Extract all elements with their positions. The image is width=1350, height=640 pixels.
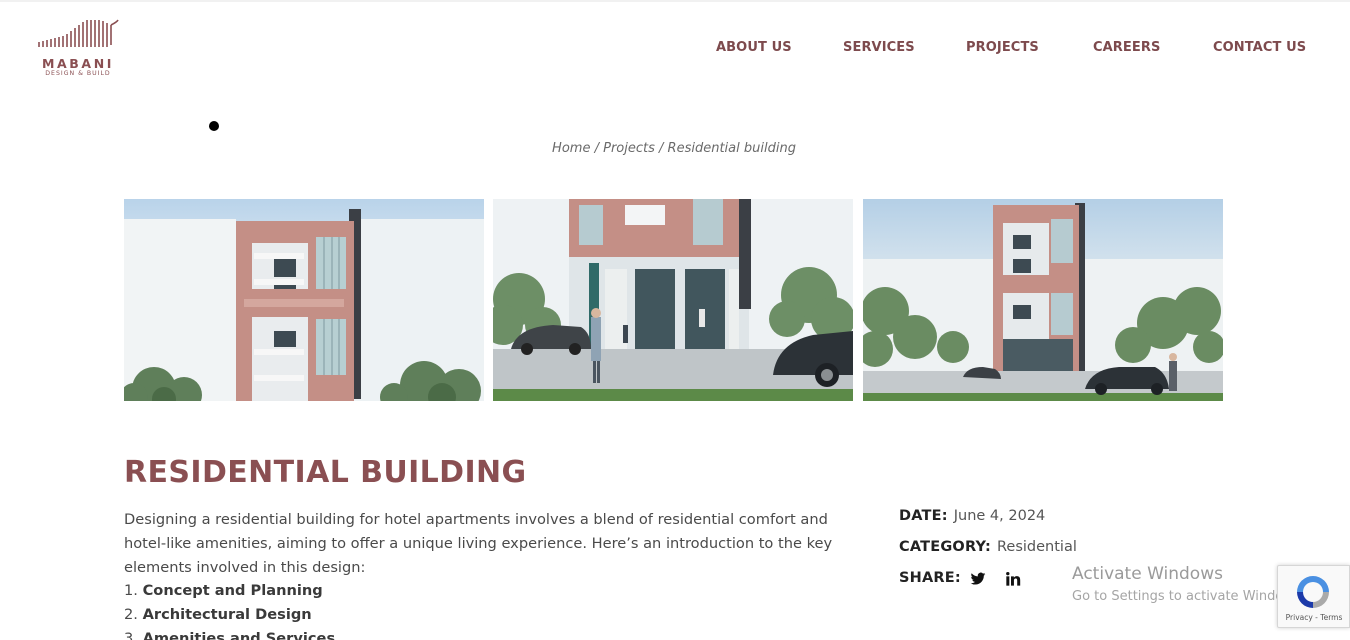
building-render-street-image (863, 199, 1223, 401)
breadcrumb-separator: / (594, 141, 599, 156)
list-item-number: 2. (124, 606, 138, 623)
category-label: CATEGORY: (899, 539, 991, 555)
cursor-dot (209, 121, 219, 131)
breadcrumb-home[interactable]: Home (552, 141, 590, 156)
gallery-image-3[interactable] (863, 199, 1223, 401)
list-item-label: Amenities and Services (142, 630, 336, 640)
nav-contact-us[interactable]: CONTACT US (1213, 40, 1306, 58)
list-item-number: 1. (124, 582, 138, 599)
top-border (0, 0, 1350, 2)
brand-name: MABANI (41, 56, 115, 71)
list-item-label: Architectural Design (142, 606, 312, 623)
meta-category: CATEGORY: Residential (899, 539, 1077, 555)
date-value: June 4, 2024 (953, 508, 1046, 524)
nav-about-us[interactable]: ABOUT US (716, 40, 792, 58)
list-item: 2. Architectural Design (124, 606, 312, 623)
nav-services[interactable]: SERVICES (843, 40, 915, 58)
list-item: 1. Concept and Planning (124, 582, 323, 599)
gallery-image-2[interactable] (493, 199, 853, 401)
nav-projects[interactable]: PROJECTS (966, 40, 1039, 58)
recaptcha-icon (1297, 576, 1329, 608)
project-title: RESIDENTIAL BUILDING (124, 455, 527, 490)
breadcrumb: Home / Projects / Residential building (0, 141, 1348, 156)
breadcrumb-separator: / (659, 141, 664, 156)
recaptcha-links[interactable]: Privacy - Terms (1278, 613, 1350, 622)
breadcrumb-projects[interactable]: Projects (603, 141, 655, 156)
linkedin-icon[interactable] (1005, 571, 1021, 587)
gallery-image-1[interactable] (124, 199, 484, 401)
share-label: SHARE: (899, 570, 961, 586)
list-item-number: 3. (124, 630, 138, 640)
category-value: Residential (996, 539, 1077, 555)
recaptcha-badge[interactable]: Privacy - Terms (1277, 565, 1350, 628)
brand-logo[interactable]: MABANI DESIGN & BUILD (37, 19, 121, 79)
list-item-label: Concept and Planning (142, 582, 323, 599)
meta-date: DATE: June 4, 2024 (899, 508, 1045, 524)
nav-careers[interactable]: CAREERS (1093, 40, 1160, 58)
meta-share: SHARE: (899, 570, 961, 586)
brand-tagline: DESIGN & BUILD (45, 70, 111, 77)
list-item: 3. Amenities and Services (124, 630, 335, 640)
twitter-icon[interactable] (970, 571, 986, 587)
breadcrumb-current: Residential building (667, 141, 796, 156)
activate-windows-subtitle: Go to Settings to activate Windows. (1072, 589, 1305, 604)
building-render-entrance-image (493, 199, 853, 401)
activate-windows-title: Activate Windows (1072, 564, 1223, 584)
project-intro: Designing a residential building for hot… (124, 511, 833, 576)
date-label: DATE: (899, 508, 948, 524)
building-render-tower-image (124, 199, 484, 401)
logo-bars-icon (38, 19, 119, 47)
